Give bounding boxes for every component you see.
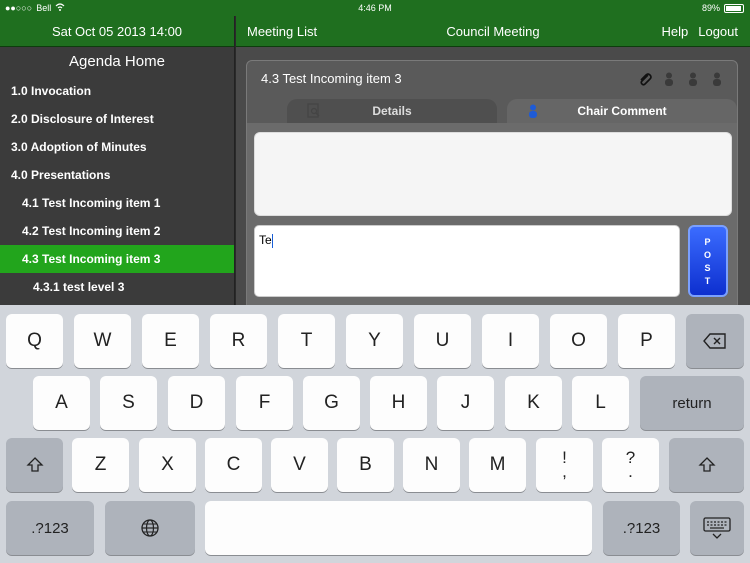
status-bar: ●●○○○ Bell 4:46 PM 89%: [0, 0, 750, 16]
tab-details-label: Details: [372, 104, 412, 118]
agenda-item-4-3-1[interactable]: 4.3.1 test level 3: [0, 273, 234, 301]
tab-details[interactable]: Details: [287, 99, 497, 123]
text-caret: [271, 233, 273, 248]
key-v[interactable]: V: [271, 438, 328, 492]
item-card: 4.3 Test Incoming item 3 Details Chair C…: [246, 60, 738, 310]
shift-key-left[interactable]: [6, 438, 63, 492]
logout-button[interactable]: Logout: [698, 24, 738, 39]
post-letter: O: [703, 249, 712, 260]
detail-pane: Meeting List Council Meeting Help Logout…: [236, 16, 750, 310]
globe-icon: [141, 519, 159, 537]
agenda-item-4-3[interactable]: 4.3 Test Incoming item 3: [0, 245, 234, 273]
post-letter: T: [704, 275, 712, 286]
key-k[interactable]: K: [505, 376, 562, 430]
key-e[interactable]: E: [142, 314, 199, 368]
agenda-item-3-0[interactable]: 3.0 Adoption of Minutes: [0, 133, 234, 161]
person-icon[interactable]: [709, 71, 725, 87]
post-letter: P: [704, 236, 712, 247]
hide-keyboard-key[interactable]: [690, 501, 744, 555]
key-l[interactable]: L: [572, 376, 629, 430]
hide-keyboard-icon: [703, 517, 731, 539]
person-icon[interactable]: [685, 71, 701, 87]
key-b[interactable]: B: [337, 438, 394, 492]
shift-key-right[interactable]: [669, 438, 744, 492]
backspace-key[interactable]: [686, 314, 744, 368]
paperclip-icon[interactable]: [637, 71, 653, 87]
globe-key[interactable]: [105, 501, 195, 555]
key-h[interactable]: H: [370, 376, 427, 430]
item-icons: [637, 71, 725, 87]
numbers-key-left[interactable]: .?123: [6, 501, 94, 555]
key-r[interactable]: R: [210, 314, 267, 368]
on-screen-keyboard: Q W E R T Y U I O P A S D F G H J K L re…: [0, 305, 750, 563]
tab-chair-comment[interactable]: Chair Comment: [507, 99, 737, 123]
numbers-key-right[interactable]: .?123: [603, 501, 680, 555]
key-f[interactable]: F: [236, 376, 293, 430]
key-question-period-labels: ? .: [626, 449, 635, 481]
return-key[interactable]: return: [640, 376, 744, 430]
shift-icon: [697, 457, 716, 472]
key-a[interactable]: A: [33, 376, 90, 430]
key-g[interactable]: G: [303, 376, 360, 430]
key-d[interactable]: D: [168, 376, 225, 430]
agenda-title: Agenda Home: [69, 53, 165, 70]
comment-area: Te P O S T: [247, 123, 737, 309]
agenda-item-1-0[interactable]: 1.0 Invocation: [0, 77, 234, 105]
key-u[interactable]: U: [414, 314, 471, 368]
status-right: 89%: [702, 3, 744, 13]
key-exclaim-comma[interactable]: ! ,: [536, 438, 593, 492]
item-title: 4.3 Test Incoming item 3: [261, 71, 402, 86]
key-comma-label: ,: [562, 462, 567, 481]
agenda-item-2-0[interactable]: 2.0 Disclosure of Interest: [0, 105, 234, 133]
agenda-item-4-1[interactable]: 4.1 Test Incoming item 1: [0, 189, 234, 217]
key-n[interactable]: N: [403, 438, 460, 492]
meeting-date: Sat Oct 05 2013 14:00: [0, 16, 234, 47]
key-j[interactable]: J: [437, 376, 494, 430]
tab-chair-comment-label: Chair Comment: [577, 104, 667, 118]
status-time: 4:46 PM: [358, 3, 392, 13]
shift-icon: [25, 457, 44, 472]
battery-icon: [724, 3, 744, 13]
key-s[interactable]: S: [100, 376, 157, 430]
space-key[interactable]: [205, 501, 592, 555]
backspace-icon: [703, 333, 726, 349]
agenda-item-4-2[interactable]: 4.2 Test Incoming item 2: [0, 217, 234, 245]
key-exclaim-comma-labels: ! ,: [562, 449, 567, 481]
key-t[interactable]: T: [278, 314, 335, 368]
person-icon[interactable]: [661, 71, 677, 87]
key-w[interactable]: W: [74, 314, 131, 368]
battery-percent: 89%: [701, 3, 720, 13]
tab-bar: Details Chair Comment: [247, 99, 737, 123]
post-letter: S: [704, 262, 712, 273]
comment-input[interactable]: Te: [254, 225, 680, 297]
agenda-sidebar: Sat Oct 05 2013 14:00 Agenda Home 1.0 In…: [0, 16, 235, 306]
key-p[interactable]: P: [618, 314, 675, 368]
key-y[interactable]: Y: [346, 314, 403, 368]
agenda-item-4-0[interactable]: 4.0 Presentations: [0, 161, 234, 189]
key-period-label: .: [628, 462, 633, 481]
key-c[interactable]: C: [205, 438, 262, 492]
help-button[interactable]: Help: [661, 24, 688, 39]
comment-input-text: Te: [259, 233, 272, 247]
nav-right: Help Logout: [661, 24, 738, 39]
key-question-period[interactable]: ? .: [602, 438, 659, 492]
key-o[interactable]: O: [550, 314, 607, 368]
nav-bar: Meeting List Council Meeting Help Logout: [236, 16, 750, 47]
key-i[interactable]: I: [482, 314, 539, 368]
key-m[interactable]: M: [469, 438, 526, 492]
key-z[interactable]: Z: [72, 438, 129, 492]
key-x[interactable]: X: [139, 438, 196, 492]
post-button[interactable]: P O S T: [688, 225, 728, 297]
comments-display: [254, 132, 732, 216]
key-q[interactable]: Q: [6, 314, 63, 368]
